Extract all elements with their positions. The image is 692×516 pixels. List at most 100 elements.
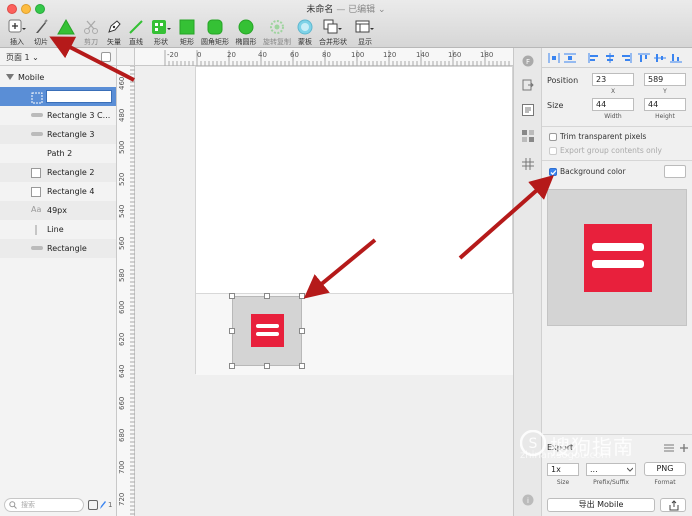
align-center-icon[interactable] [604,53,616,63]
align-top-icon[interactable] [638,53,650,63]
line-layer-icon [35,225,37,235]
layer-item[interactable]: Rectangle [0,239,116,258]
align-left-icon[interactable] [588,53,600,63]
divider [542,126,692,127]
preview-bar-top [592,243,644,251]
preview-bar-bottom [592,260,644,268]
square-layer-icon [31,168,41,178]
menu-bar-top [256,324,279,328]
rectangle-layer-icon [31,132,43,136]
export-suffix-select[interactable]: ... [586,463,636,476]
text-layer-icon: Aa [31,205,42,214]
layer-rename-input[interactable] [46,90,112,103]
plus-icon [8,19,26,33]
symbols-tab-icon[interactable] [522,130,534,142]
export-group-checkbox[interactable] [549,147,557,155]
rectangle-layer-icon [31,113,43,117]
chevron-down-icon [627,467,633,472]
layer-item[interactable]: Rectangle 3 [0,125,116,144]
layer-item[interactable]: Path 2 [0,144,116,163]
rectangle-layer-icon [31,246,43,250]
pages-header[interactable]: 页面 1 ⌄ [0,48,116,66]
scissors-icon [84,20,98,34]
resize-handle[interactable] [229,293,235,299]
layer-group-mobile[interactable]: Mobile [0,68,116,87]
vertical-ruler-ticks [130,66,135,515]
size-label: Size [547,101,564,110]
watermark: S 搜狗指南 zhinan.sogou.com [518,430,688,461]
knife-icon [36,19,48,33]
slice-preview [547,189,687,326]
height-input[interactable]: 44 [644,98,686,111]
mask-icon [297,19,313,35]
rounded-rectangle-icon [207,19,223,35]
alignment-toolbar [542,48,692,68]
share-button[interactable] [660,498,686,512]
resize-handle[interactable] [264,363,270,369]
help-tab-icon[interactable]: i [522,494,534,506]
preview-menu-icon [584,224,652,292]
window-title: 未命名 — 已编辑 ⌄ [306,5,386,15]
pages-dropdown[interactable]: 页面 1 ⌄ [6,52,39,63]
horizontal-ruler[interactable]: -20 0 20 40 60 80 100 120 140 160 180 [135,48,513,66]
position-x-input[interactable]: 23 [592,73,634,86]
position-y-input[interactable]: 589 [644,73,686,86]
square-layer-icon [31,187,41,197]
distribute-vertical-icon[interactable] [564,53,576,63]
resize-handle[interactable] [229,328,235,334]
grid-tab-icon[interactable] [522,158,534,170]
rotate-copy-icon [270,20,284,34]
divider [542,160,692,161]
trim-pixels-checkbox[interactable] [549,133,557,141]
artboard-mobile[interactable] [195,66,513,375]
selection-count: 1 [108,501,113,509]
layers-sidebar: 页面 1 ⌄ Mobile Rectangle 3 C... Rectangle… [0,48,117,516]
pages-toggle-icon[interactable] [101,52,111,62]
svg-text:F: F [526,58,530,66]
distribute-horizontal-icon[interactable] [548,53,560,63]
layer-item[interactable]: Rectangle 3 C... [0,106,116,125]
background-color-checkbox[interactable] [549,168,557,176]
canvas[interactable]: -20 0 20 40 60 80 100 120 140 160 180 46… [117,48,513,516]
background-color-well[interactable] [664,165,686,178]
checkmark-icon [550,170,557,176]
info-tab-icon[interactable]: F [522,55,534,67]
resize-handle[interactable] [299,363,305,369]
export-format-select[interactable]: PNG [644,462,686,476]
view-button[interactable]: 显示 [350,17,380,47]
layer-item[interactable]: Line [0,220,116,239]
pencil-icon[interactable] [99,500,107,510]
menu-bar-bottom [256,332,279,336]
pen-icon [108,20,121,33]
width-input[interactable]: 44 [592,98,634,111]
align-bottom-icon[interactable] [670,53,682,63]
view-icon [355,20,374,33]
layout-tab-icon[interactable] [522,104,534,116]
vertical-ruler[interactable]: 460 480 500 520 540 560 580 600 620 640 … [117,66,135,516]
resize-handle[interactable] [229,363,235,369]
combine-icon [323,19,342,34]
shapes-icon [152,20,171,34]
resize-handle[interactable] [299,328,305,334]
search-icon [9,501,17,509]
export-tab-icon[interactable] [522,79,534,91]
layer-item-slice[interactable] [0,87,116,106]
layer-filter-icon[interactable] [88,500,98,510]
selected-slice[interactable] [232,296,302,366]
resize-handle[interactable] [264,293,270,299]
oval-icon [238,19,254,35]
rectangle-icon [179,19,195,35]
layer-item[interactable]: Rectangle 2 [0,163,116,182]
layer-item[interactable]: Aa 49px [0,201,116,220]
export-mobile-button[interactable]: 导出 Mobile [547,498,655,512]
triangle-icon [57,19,75,35]
resize-handle[interactable] [299,293,305,299]
layer-item[interactable]: Rectangle 4 [0,182,116,201]
align-middle-icon[interactable] [654,53,666,63]
menu-app-icon [251,314,284,347]
align-right-icon[interactable] [620,53,632,63]
svg-text:i: i [527,497,529,505]
export-scale-input[interactable]: 1x [547,463,579,476]
title-bar: 未命名 — 已编辑 ⌄ 插入 切片 剪刀 矢量 直线 形状 矩形 圆角矩形 椭圆… [0,0,692,48]
disclosure-triangle-icon[interactable] [6,74,14,80]
